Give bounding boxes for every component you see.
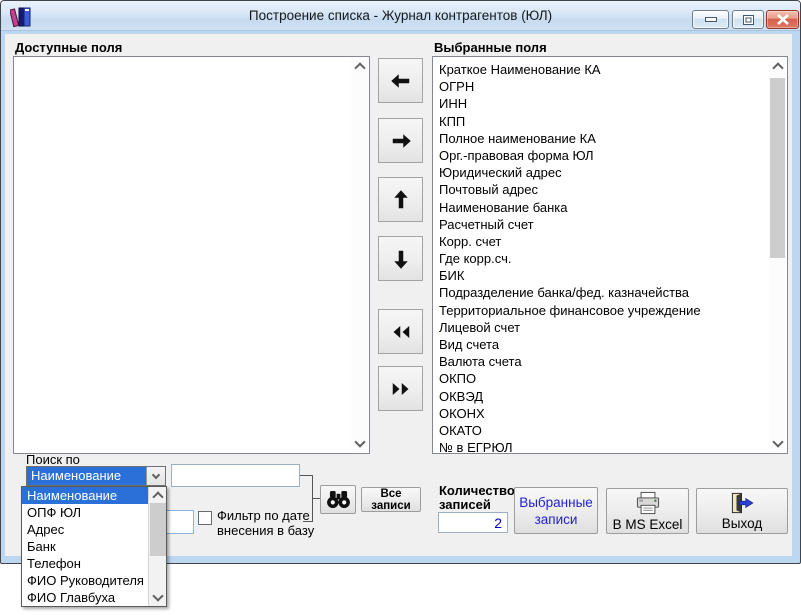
selected-field-item[interactable]: БИК [433,267,787,284]
selected-field-item[interactable]: Полное наименование КА [433,130,787,147]
record-count-value[interactable] [438,512,508,533]
move-all-right-button[interactable] [378,366,423,411]
scroll-down-icon[interactable] [351,436,368,452]
exit-label: Выход [721,515,763,531]
exit-door-icon [731,492,754,513]
export-excel-button[interactable]: В MS Excel [606,488,689,534]
available-list-scrollbar[interactable] [351,58,368,452]
available-fields-label: Доступные поля [15,40,123,55]
move-left-button[interactable] [378,58,423,103]
search-field-dropdown[interactable]: Наименование ОПФ ЮЛ Адрес Банк Телефон ФИО Ру… [21,486,167,607]
dropdown-options[interactable]: Наименование ОПФ ЮЛ Адрес Банк Телефон ФИО Ру… [22,487,148,606]
scroll-down-icon[interactable] [149,590,166,606]
find-button[interactable] [320,485,356,514]
dialog-window: Построение списка - Журнал контрагентов … [0,0,801,564]
selected-records-label: Выбранные записи [519,494,593,527]
selected-field-item[interactable]: Юридический адрес [433,164,787,181]
move-up-button[interactable] [378,177,423,222]
double-arrow-left-icon [393,325,409,338]
selected-field-item[interactable]: ОКАТО [433,422,787,439]
scrollbar-thumb[interactable] [150,503,166,556]
minimize-icon [704,17,717,22]
search-field-combobox[interactable]: Наименование [26,466,166,486]
selected-field-item[interactable]: ОКПО [433,370,787,387]
title-bar[interactable]: Построение списка - Журнал контрагентов … [1,1,800,31]
selected-fields-list[interactable]: Краткое Наименование КА ОГРН ИНН КПП Полное … [432,56,788,454]
scroll-down-icon[interactable] [769,436,786,452]
date-filter-label: Фильтр по дате внесения в базу [217,508,315,538]
selected-field-item[interactable]: ИНН [433,95,787,112]
dropdown-option[interactable]: ОПФ ЮЛ [22,504,148,521]
maximize-button[interactable] [732,10,764,29]
selected-field-item[interactable]: ОКВЭД [433,388,787,405]
selected-field-item[interactable]: Где корр.сч. [433,250,787,267]
maximize-icon [742,14,754,25]
dropdown-option[interactable]: Телефон [22,555,148,572]
arrow-up-icon [393,189,408,208]
move-right-button[interactable] [378,118,423,163]
date-filter-checkbox[interactable] [198,511,212,525]
scroll-up-icon[interactable] [149,487,166,503]
dropdown-option[interactable]: Наименование [22,487,148,504]
dropdown-option[interactable]: Банк [22,538,148,555]
dropdown-scrollbar[interactable] [148,487,166,606]
selected-field-item[interactable]: ОКОНХ [433,405,787,422]
arrow-down-icon [393,250,408,269]
combobox-dropdown-button[interactable] [146,467,165,485]
selected-field-item[interactable]: Краткое Наименование КА [433,61,787,78]
scroll-up-icon[interactable] [351,58,368,74]
selected-field-item[interactable]: Расчетный счет [433,216,787,233]
minimize-button[interactable] [692,10,729,29]
selected-field-item[interactable]: Наименование банка [433,199,787,216]
selected-field-item[interactable]: Корр. счет [433,233,787,250]
selected-field-item[interactable]: Вид счета [433,336,787,353]
arrow-left-icon [390,73,409,88]
selected-fields-label: Выбранные поля [434,40,547,55]
all-records-button[interactable]: Все записи [361,487,421,512]
selected-field-item[interactable]: ОГРН [433,78,787,95]
search-by-label: Поиск по [26,452,80,467]
move-all-left-button[interactable] [378,309,423,354]
selected-field-item[interactable]: Орг.-правовая форма ЮЛ [433,147,787,164]
selected-field-item[interactable]: № в ЕГРЮЛ [433,439,787,453]
binoculars-icon [326,490,350,509]
printer-icon [636,491,659,514]
all-records-label: Все записи [371,487,411,512]
selected-list-scrollbar[interactable] [769,58,786,452]
dropdown-option[interactable]: ФИО Руководителя [22,572,148,589]
selected-field-item[interactable]: Подразделение банка/фед. казначейства [433,284,787,301]
dropdown-option[interactable]: Адрес [22,521,148,538]
selected-field-item[interactable]: КПП [433,113,787,130]
window-title: Построение списка - Журнал контрагентов … [248,8,553,23]
exit-button[interactable]: Выход [696,488,788,534]
search-input[interactable] [171,464,300,487]
selected-records-button[interactable]: Выбранные записи [514,487,598,534]
double-arrow-right-icon [392,382,408,395]
move-down-button[interactable] [378,236,423,281]
scroll-up-icon[interactable] [769,58,786,74]
selected-field-item[interactable]: Почтовый адрес [433,181,787,198]
dropdown-option[interactable]: ФИО Главбуха [22,589,148,606]
scrollbar-thumb[interactable] [770,78,785,258]
available-fields-list[interactable] [13,56,370,454]
combobox-value: Наименование [27,467,146,485]
close-icon [776,14,789,25]
selected-field-item[interactable]: Валюта счета [433,353,787,370]
arrow-right-icon [392,133,411,148]
selected-field-item[interactable]: Лицевой счет [433,319,787,336]
export-excel-label: В MS Excel [612,516,683,532]
close-button[interactable] [766,10,799,29]
selected-field-item[interactable]: Территориальное финансовое учреждение [433,302,787,319]
connector-line [303,521,313,522]
chevron-down-icon [151,470,161,479]
